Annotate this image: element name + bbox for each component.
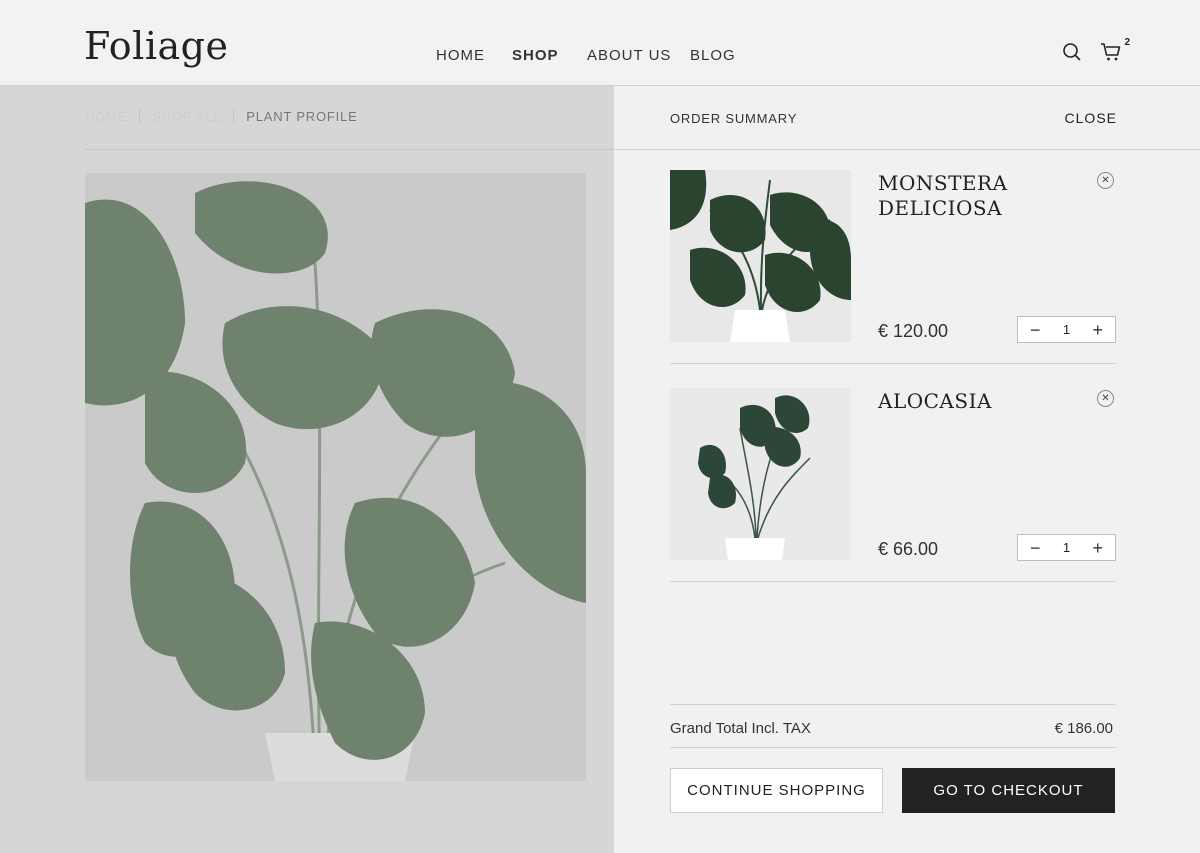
cart-count-badge: 2 (1124, 37, 1130, 48)
nav-shop[interactable]: SHOP (512, 47, 559, 64)
remove-item-button[interactable]: ✕ (1097, 390, 1114, 407)
product-page-overlay[interactable]: HOME SHOP ALL PLANT PROFILE (0, 86, 614, 853)
product-price: € 66.00 (878, 539, 939, 559)
cart-icon (1100, 43, 1122, 66)
close-button[interactable]: CLOSE (1065, 110, 1117, 126)
drawer-title: ORDER SUMMARY (670, 111, 798, 126)
product-price: € 120.00 (878, 321, 949, 341)
divider (614, 149, 1200, 150)
brand-logo[interactable]: Foliage (84, 24, 228, 68)
cart-button[interactable]: 2 (1100, 37, 1130, 67)
divider (85, 149, 614, 150)
continue-shopping-button[interactable]: CONTINUE SHOPPING (670, 768, 883, 813)
quantity-value[interactable]: 1 (1063, 540, 1070, 555)
product-thumbnail[interactable] (670, 170, 851, 342)
checkout-button[interactable]: GO TO CHECKOUT (902, 768, 1115, 813)
breadcrumb-plant-profile: PLANT PROFILE (246, 109, 358, 124)
product-name[interactable]: ALOCASIA (878, 389, 1078, 414)
quantity-value[interactable]: 1 (1063, 322, 1070, 337)
order-summary-drawer: ORDER SUMMARY CLOSE MONSTERA DELICIOSA ✕… (614, 86, 1200, 853)
grand-total-row: Grand Total Incl. TAX € 186.00 (670, 704, 1116, 748)
search-icon[interactable] (1062, 42, 1082, 67)
breadcrumb-shop-all[interactable]: SHOP ALL (152, 109, 235, 124)
site-header: Foliage HOME SHOP ABOUT US BLOG 2 (0, 0, 1200, 86)
remove-item-button[interactable]: ✕ (1097, 172, 1114, 189)
product-thumbnail[interactable] (670, 388, 851, 560)
product-name[interactable]: MONSTERA DELICIOSA (878, 171, 1078, 221)
increase-quantity-button[interactable]: + (1092, 321, 1103, 339)
breadcrumb: HOME SHOP ALL PLANT PROFILE (85, 109, 382, 124)
decrease-quantity-button[interactable]: − (1030, 539, 1041, 557)
nav-about-us[interactable]: ABOUT US (587, 47, 671, 64)
grand-total-value: € 186.00 (1054, 720, 1113, 737)
cart-item: MONSTERA DELICIOSA ✕ € 120.00 − 1 + (670, 170, 1116, 364)
header-icons: 2 (1062, 37, 1130, 67)
breadcrumb-home[interactable]: HOME (85, 109, 141, 124)
decrease-quantity-button[interactable]: − (1030, 321, 1041, 339)
quantity-stepper: − 1 + (1017, 534, 1116, 561)
grand-total-label: Grand Total Incl. TAX (670, 720, 811, 737)
nav-blog[interactable]: BLOG (690, 47, 736, 64)
increase-quantity-button[interactable]: + (1092, 539, 1103, 557)
nav-home[interactable]: HOME (436, 47, 485, 64)
product-hero-image (85, 173, 586, 781)
quantity-stepper: − 1 + (1017, 316, 1116, 343)
cart-item: ALOCASIA ✕ € 66.00 − 1 + (670, 388, 1116, 582)
